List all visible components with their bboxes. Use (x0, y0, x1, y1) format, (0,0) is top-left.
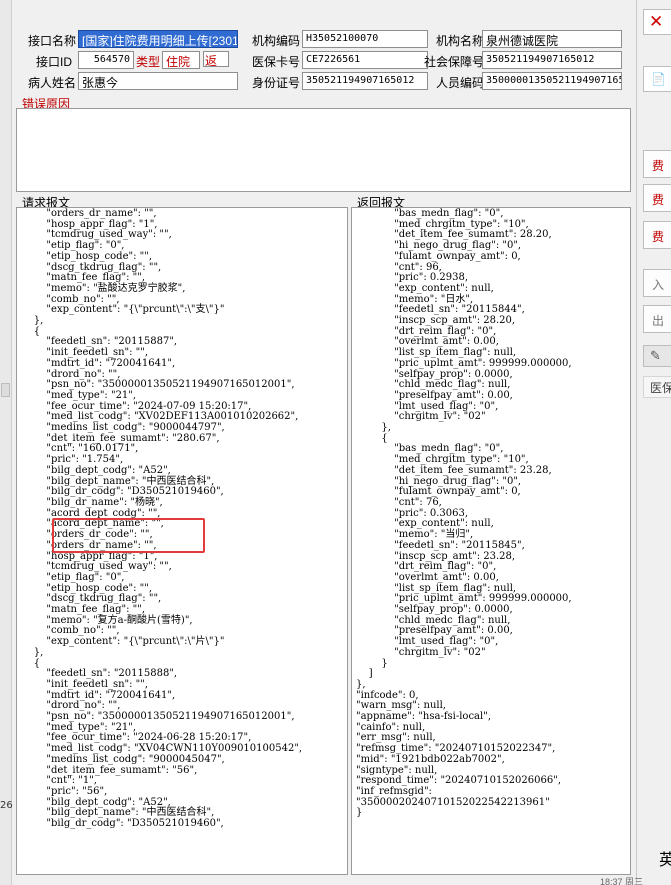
discharge-button[interactable]: 出 (643, 305, 671, 333)
patient-name-field[interactable]: 张惠今 (78, 72, 238, 90)
return-button[interactable]: 返回 (203, 51, 229, 85)
type-field[interactable]: 住院 (162, 51, 200, 69)
person-code-label: 人员编码 (436, 76, 485, 90)
insurance-label[interactable]: 医保 (643, 376, 671, 398)
id-card-field[interactable]: 350521194907165012 (302, 72, 428, 90)
close-icon[interactable]: ✕ (643, 9, 671, 35)
taskbar-clock: 18:37 周三 (600, 877, 644, 885)
left-strip-number: 26 (0, 800, 13, 811)
left-scroll-arrow[interactable] (1, 383, 10, 397)
type-label: 类型 (136, 55, 161, 69)
api-name-label: 接口名称 (28, 34, 77, 48)
org-code-label: 机构编码 (252, 34, 301, 48)
admit-button[interactable]: 入 (643, 269, 671, 297)
social-security-label: 社会保障号 (424, 55, 485, 69)
error-reason-box[interactable] (16, 108, 631, 192)
fee-button-2[interactable]: 费 (643, 184, 671, 212)
fee-button-1[interactable]: 费 (643, 150, 671, 178)
response-message-box[interactable]: "bas_medn_flag": "0", "med_chrgitm_type"… (351, 207, 631, 875)
api-id-field[interactable]: 564570 (78, 51, 134, 69)
social-security-field[interactable]: 350521194907165012 (482, 51, 622, 69)
fee-button-3[interactable]: 费 (643, 221, 671, 249)
left-scroll-strip: 26 (0, 0, 13, 885)
response-message-text: "bas_medn_flag": "0", "med_chrgitm_type"… (356, 208, 572, 819)
api-name-field[interactable]: [国家]住院费用明细上传[2301] (78, 30, 238, 48)
insurance-card-field[interactable]: CE7226561 (302, 51, 428, 69)
person-code-field[interactable]: 35000001350521194907165012 (482, 72, 622, 90)
org-name-label: 机构名称 (436, 34, 485, 48)
insurance-card-label: 医保卡号 (252, 55, 301, 69)
ime-indicator[interactable]: 英 (659, 846, 671, 870)
patient-name-label: 病人姓名 (28, 76, 77, 90)
document-icon[interactable]: 📄 (643, 66, 671, 92)
highlight-annotation-box (52, 518, 205, 553)
id-card-label: 身份证号 (252, 76, 301, 90)
right-side-panel: ✕ 📄 费 费 费 入 出 ✎ 医保 英 (636, 0, 671, 885)
org-code-field[interactable]: H35052100070 (302, 30, 428, 48)
pen-icon[interactable]: ✎ (643, 345, 671, 367)
api-id-label: 接口ID (36, 55, 73, 69)
org-name-field[interactable]: 泉州德诚医院 (482, 30, 622, 48)
